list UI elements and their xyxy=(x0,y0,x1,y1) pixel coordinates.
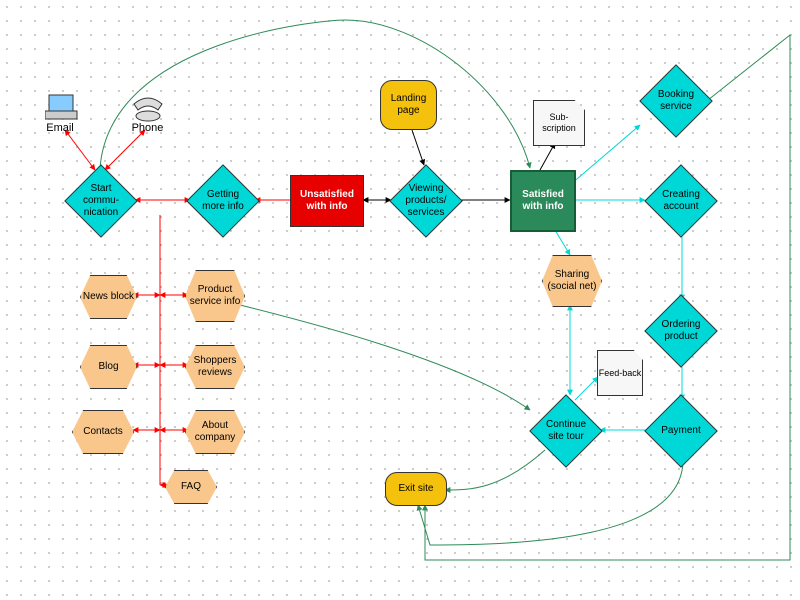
node-subscription: Sub-scription xyxy=(533,100,585,146)
node-payment: Payment xyxy=(644,394,718,468)
node-continue-tour: Continue site tour xyxy=(529,394,603,468)
node-label: Feed-back xyxy=(599,368,642,379)
node-news-block: News block xyxy=(80,275,137,319)
node-label: Shoppers reviews xyxy=(186,355,244,379)
node-label: Ordering product xyxy=(656,319,706,343)
node-label: News block xyxy=(83,291,134,303)
node-satisfied: Satisfied with info xyxy=(510,170,576,232)
node-label: Satisfied with info xyxy=(512,189,574,213)
node-label: Continue site tour xyxy=(541,419,591,443)
node-unsatisfied: Unsatisfied with info xyxy=(290,175,364,227)
node-label: Sharing (social net) xyxy=(543,269,601,293)
flowchart-canvas: Email Phone Start commu-nication Getting… xyxy=(0,0,800,600)
node-creating-account: Creating account xyxy=(644,164,718,238)
node-label: Booking service xyxy=(651,89,701,113)
node-label: Sub-scription xyxy=(534,112,584,134)
node-sharing: Sharing (social net) xyxy=(542,255,602,307)
node-label: Creating account xyxy=(656,189,706,213)
node-label: Unsatisfied with info xyxy=(291,189,363,213)
node-exit-site: Exit site xyxy=(385,472,447,506)
node-landing-page: Landing page xyxy=(380,80,437,130)
node-label: Payment xyxy=(656,425,706,437)
node-feedback: Feed-back xyxy=(597,350,643,396)
node-contacts: Contacts xyxy=(72,410,134,454)
node-shoppers-reviews: Shoppers reviews xyxy=(185,345,245,389)
node-viewing-products: Viewing products/ services xyxy=(389,164,463,238)
node-label: Exit site xyxy=(398,483,433,495)
node-label: Landing page xyxy=(381,93,436,117)
node-product-service-info: Product service info xyxy=(185,270,245,322)
node-label: Contacts xyxy=(83,426,122,438)
node-faq: FAQ xyxy=(165,470,217,504)
node-ordering-product: Ordering product xyxy=(644,294,718,368)
node-about-company: About company xyxy=(185,410,245,454)
node-label: Start commu-nication xyxy=(76,183,126,219)
node-start-communication: Start commu-nication xyxy=(64,164,138,238)
node-label: Viewing products/ services xyxy=(401,183,451,219)
node-blog: Blog xyxy=(80,345,137,389)
email-label: Email xyxy=(40,122,80,135)
node-booking-service: Booking service xyxy=(639,64,713,138)
node-label: Product service info xyxy=(186,284,244,308)
node-label: About company xyxy=(186,420,244,444)
node-getting-more-info: Getting more info xyxy=(186,164,260,238)
node-label: Getting more info xyxy=(198,189,248,213)
phone-label: Phone xyxy=(125,122,170,135)
node-label: Blog xyxy=(98,361,118,373)
node-label: FAQ xyxy=(181,481,201,493)
